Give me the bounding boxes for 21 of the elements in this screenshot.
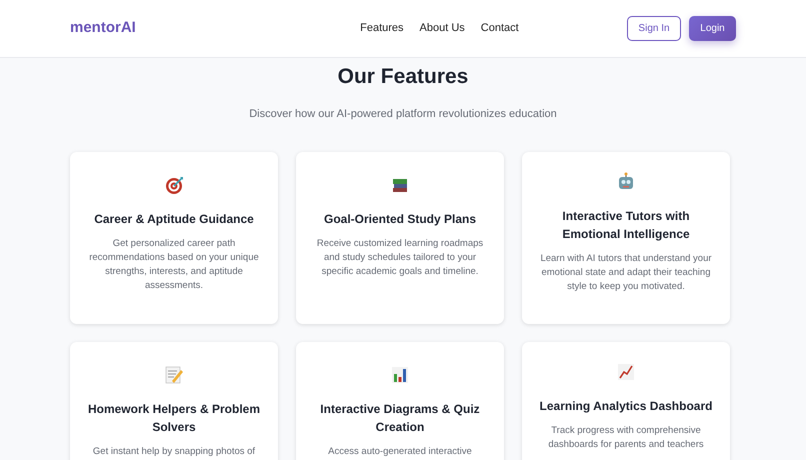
brand-logo[interactable]: mentorAI [70,17,136,40]
feature-title: Career & Aptitude Guidance [94,210,254,228]
nav-link[interactable]: About Us [420,20,465,37]
feature-title: Interactive Diagrams & Quiz Creation [319,400,481,436]
feature-description: Learn with AI tutors that understand your emotional state and adapt their teaching style to keep you motivated. [540,252,712,294]
feature-description: Get instant help by snapping photos of [92,444,256,458]
nav-link[interactable]: Contact [480,20,519,37]
feature-title: Goal-Oriented Study Plans [324,210,476,228]
feature-title: Homework Helpers & Problem Solvers [86,400,262,436]
feature-description: Receive customized learning roadmaps and study schedules tailored to your specific academic goals and timeline. [316,236,484,278]
feature-description: Access auto-generated interactive [328,444,472,458]
feature-title: Learning Analytics Dashboard [540,398,712,414]
feature-description: Get personalized career path recommendations based on your unique strengths, interests, and aptitude assessments. [88,236,260,292]
feature-title: Interactive Tutors with Emotional Intelligence [561,208,691,242]
login-button[interactable]: Login [689,16,736,41]
memo-pencil-icon [163,364,185,386]
nav-link[interactable]: Features [360,20,404,37]
section-subtitle: Discover how our AI-powered platform revolutionizes education [248,107,558,122]
sign-in-button[interactable]: Sign In [627,16,681,41]
section-title: Our Features [336,64,470,90]
feature-description: Track progress with comprehensive dashboards for parents and teachers [547,424,705,452]
